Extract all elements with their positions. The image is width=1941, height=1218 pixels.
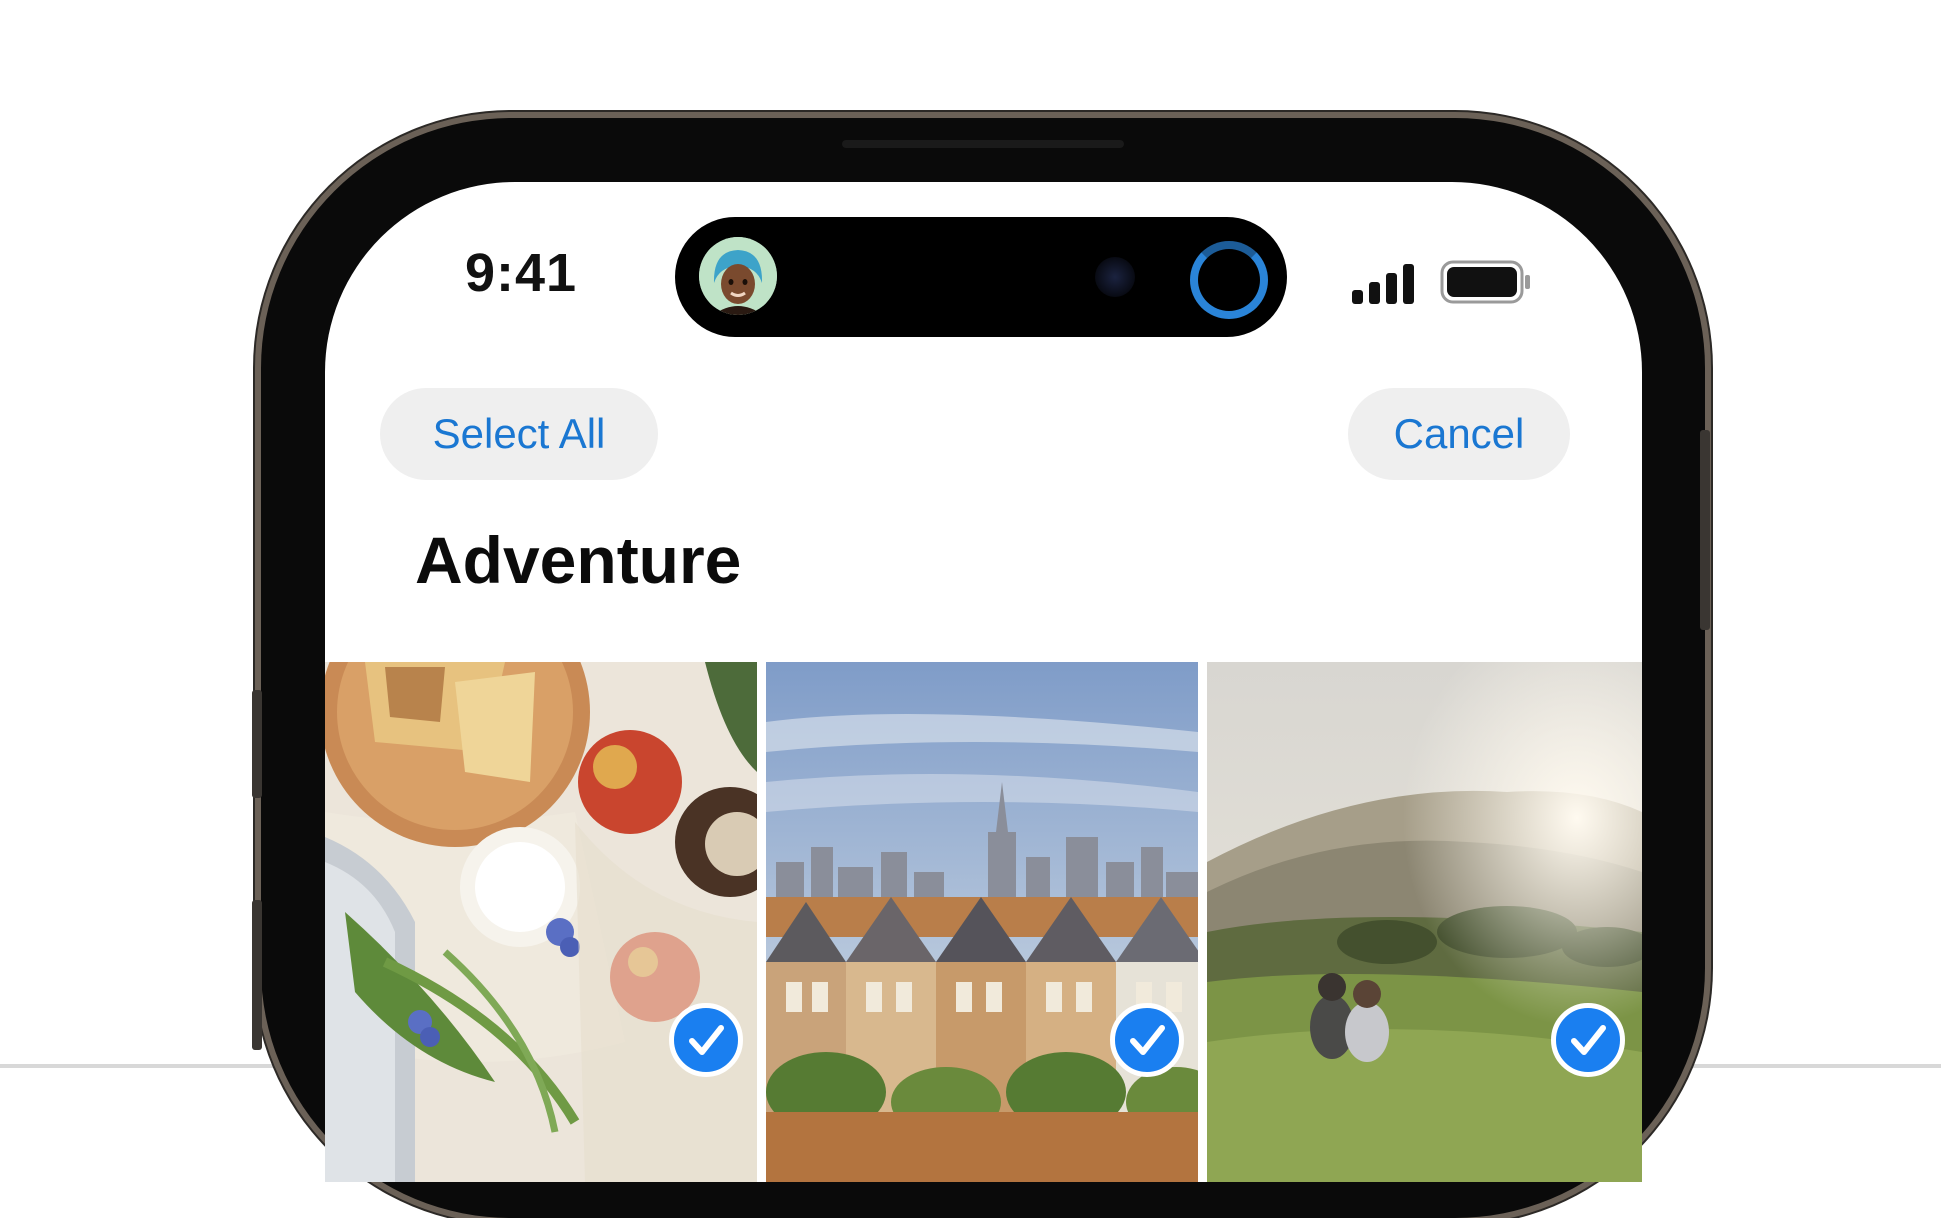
speaker-grille [842, 140, 1124, 148]
select-all-button[interactable]: Select All [380, 388, 658, 480]
selected-check-icon[interactable] [1110, 1003, 1184, 1077]
status-time: 9:41 [465, 243, 578, 303]
selected-check-icon[interactable] [669, 1003, 743, 1077]
photo-picnic[interactable] [325, 662, 757, 1182]
power-button [1700, 430, 1710, 630]
memoji-avatar-icon [699, 237, 777, 315]
volume-down-button [252, 900, 262, 1050]
progress-ring-icon [1190, 241, 1268, 319]
cancel-button[interactable]: Cancel [1348, 388, 1570, 480]
battery-icon [1440, 260, 1532, 304]
photo-city-houses[interactable] [766, 662, 1198, 1182]
selected-check-icon[interactable] [1551, 1003, 1625, 1077]
front-camera-icon [1095, 257, 1135, 297]
album-title: Adventure [415, 523, 742, 597]
volume-up-button [252, 690, 262, 798]
photo-hillside[interactable] [1207, 662, 1642, 1182]
phone-screen: 9:41 Select All Cancel Adventure [325, 182, 1642, 1182]
cellular-signal-icon [1352, 264, 1418, 304]
dynamic-island[interactable] [675, 217, 1287, 337]
